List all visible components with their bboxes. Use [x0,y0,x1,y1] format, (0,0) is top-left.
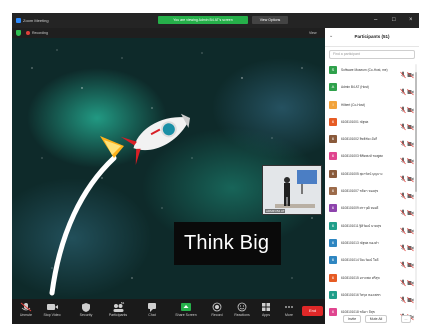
participants-panel: ⌄ Participants (51) Find a participant S… [325,28,419,324]
participant-avatar: 6 [329,273,337,282]
participant-name: Hilbert (Co-Host) [341,102,365,107]
unmute-button[interactable]: Unmute [14,301,38,323]
zoom-window: Zoom Meeting You are viewing Admin B4 AT… [12,13,419,324]
participant-name: 6108101003 พิชิตพงษ์ ชมพูพล [341,154,384,159]
participant-avatar: 6 [329,187,337,196]
stop-video-button[interactable]: Stop Video [40,301,64,323]
participant-row[interactable]: I Hilbert (Co-Host) [325,97,419,114]
view-options-button[interactable]: View Options [252,16,288,24]
panel-header: ⌄ Participants (51) [325,28,419,47]
security-button[interactable]: Security [74,301,98,323]
participant-row[interactable]: 6 6108101013 ณัฐพล ทองคำ [325,235,419,252]
view-button[interactable]: View [309,30,317,36]
participant-name: 6108101011 ฐิติวัฒน์ นาคสุข [341,223,382,228]
participant-row[interactable]: 6 6108101005 สุดารัตน์ บุญบาง [325,166,419,183]
shared-screen: Think Big ADMIN B4 AT [12,38,325,299]
recording-bar: Recording View [12,28,325,38]
participant-row[interactable]: S Software Museum (Co-Host, me) [325,62,419,79]
apps-grid-icon [262,303,270,311]
smiley-icon [237,302,247,312]
participant-row[interactable]: 6 6108101016 วิศรุต ทองเพชร [325,287,419,304]
participant-avatar: 6 [329,204,337,213]
security-shield-icon[interactable] [16,30,21,36]
participant-avatar: 6 [329,135,337,144]
participant-avatar: 6 [329,221,337,230]
speaker-video-thumbnail[interactable]: ADMIN B4 AT [262,165,322,215]
recording-indicator[interactable]: Recording [26,30,48,36]
participant-name: 6108101002 สิทธิชัย เม้งกี [341,137,378,142]
participant-avatar: 6 [329,256,337,265]
participant-row[interactable]: 6 6108101014 ปิยะวัฒน์ ใจดี [325,252,419,269]
participant-name: 6108101013 ณัฐพล ทองคำ [341,240,379,245]
participant-scrollbar-thumb[interactable] [415,72,417,192]
participant-row[interactable]: 6 6108101009 ศราวุฒิ ทองดี [325,200,419,217]
title-bar: Zoom Meeting You are viewing Admin B4 AT… [12,13,419,28]
slide-caption-box: Think Big [174,222,281,265]
minimize-button[interactable]: – [374,16,377,24]
participant-row[interactable]: 6 6108101001 ณัฐพล [325,114,419,131]
participant-name: 6108101016 วิศรุต ทองเพชร [341,292,381,297]
participants-icon [113,304,124,312]
participant-name: 6108101007 ชลิตา ทองสุข [341,189,379,194]
app-title: Zoom Meeting [16,18,49,23]
participant-row[interactable]: 6 6108101011 ฐิติวัฒน์ นาคสุข [325,218,419,235]
more-dots-icon [285,306,293,308]
apps-button[interactable]: Apps [254,301,278,323]
participant-avatar: 6 [329,117,337,126]
shield-icon [82,303,90,312]
close-button[interactable]: × [409,16,413,24]
end-meeting-button[interactable]: End [302,306,323,316]
participant-name: 6108101009 ศราวุฒิ ทองดี [341,206,379,211]
participant-row[interactable]: 6 6108101003 พิชิตพงษ์ ชมพูพล [325,148,419,165]
participant-search-input[interactable]: Find a participant [329,50,415,59]
participant-name: 6108101005 สุดารัตน์ บุญบาง [341,171,383,176]
mute-all-button[interactable]: Mute All [365,315,387,323]
participants-button[interactable]: Participants 51 [106,301,130,323]
chevron-down-icon[interactable]: ⌄ [329,33,333,39]
participants-count-badge: 51 [121,301,125,305]
record-icon [212,302,222,312]
invite-button[interactable]: Invite [343,315,361,323]
panel-footer: Invite Mute All ... [325,314,419,324]
participant-row[interactable]: 6 6108101002 สิทธิชัย เม้งกี [325,131,419,148]
recording-dot-icon [26,31,30,35]
chat-button[interactable]: Chat [140,301,164,323]
participant-list: S Software Museum (Co-Host, me) A Admin B4 … [325,62,419,321]
participant-name: 6108101001 ณัฐพล [341,119,369,124]
participant-avatar: 6 [329,238,337,247]
presenter-image [263,166,321,214]
participant-avatar: 6 [329,152,337,161]
mic-muted-icon [20,302,32,312]
slide-caption: Think Big [184,232,270,254]
recording-label: Recording [32,31,48,35]
participant-avatar: 6 [329,169,337,178]
window-title: Zoom Meeting [23,18,49,23]
panel-more-button[interactable]: ... [401,315,411,323]
participant-avatar: 6 [329,290,337,299]
reactions-button[interactable]: Reactions [230,301,254,323]
more-button[interactable]: More [277,301,301,323]
maximize-button[interactable]: □ [392,16,396,24]
participant-name: Software Museum (Co-Host, me) [341,68,388,72]
record-button[interactable]: Record [205,301,229,323]
participant-row[interactable]: 6 6108101007 ชลิตา ทองสุข [325,183,419,200]
participant-avatar: S [329,66,337,74]
chat-bubble-icon [148,303,156,312]
video-camera-icon [47,304,58,310]
share-screen-icon [181,303,191,311]
share-banner: You are viewing Admin B4 AT's screen [158,16,248,24]
thumbnail-name: ADMIN B4 AT [265,209,286,213]
participant-name: 6108101014 ปิยะวัฒน์ ใจดี [341,258,379,263]
participant-row[interactable]: 6 6108101015 อรรถพล ศรีสุข [325,270,419,287]
panel-title: Participants (51) [354,34,390,39]
participant-row[interactable]: A Admin B4 AT (Host) [325,79,419,96]
participant-avatar: I [329,100,337,109]
participant-name: Admin B4 AT (Host) [341,85,369,90]
meeting-toolbar: Unmute Stop Video Security Participants … [12,299,325,324]
participant-avatar: A [329,83,337,92]
share-screen-button[interactable]: Share Screen [174,301,198,323]
participant-name: 6108101015 อรรถพล ศรีสุข [341,275,380,280]
zoom-logo-icon [16,18,21,23]
